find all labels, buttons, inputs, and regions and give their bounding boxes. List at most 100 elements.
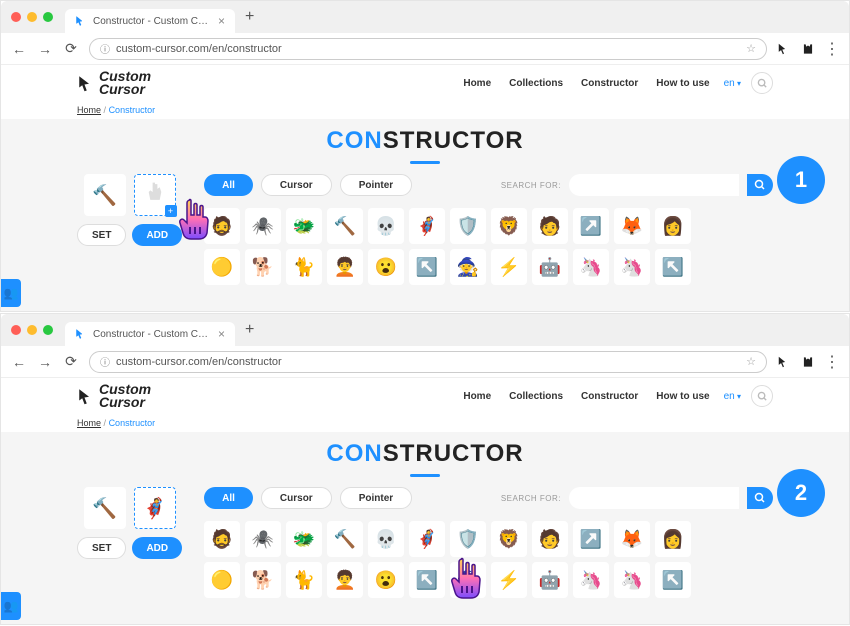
cursor-item[interactable]: 🟡 (204, 562, 240, 598)
close-window-button[interactable] (11, 12, 21, 22)
cursor-item[interactable]: 🧔 (204, 521, 240, 557)
maximize-window-button[interactable] (43, 12, 53, 22)
cursor-item[interactable]: 🛡️ (450, 208, 486, 244)
header-search-button[interactable] (751, 385, 773, 407)
cursor-item[interactable]: ↖️ (655, 249, 691, 285)
cursor-item[interactable]: 💀 (368, 208, 404, 244)
cursor-item[interactable]: ↖️ (409, 562, 445, 598)
reload-button[interactable]: ⟳ (63, 353, 79, 370)
cursor-item[interactable]: ↗️ (573, 208, 609, 244)
cursor-item[interactable]: 🛡️ (450, 521, 486, 557)
tab-close-icon[interactable]: × (218, 14, 225, 28)
nav-how-to-use[interactable]: How to use (656, 78, 709, 89)
tab-close-icon[interactable]: × (218, 327, 225, 341)
cursor-item[interactable]: 🟡 (204, 249, 240, 285)
header-search-button[interactable] (751, 72, 773, 94)
cursor-item[interactable]: ↖️ (655, 562, 691, 598)
cursor-item[interactable]: ↖️ (409, 249, 445, 285)
cursor-item[interactable]: 🔨 (327, 521, 363, 557)
browser-tab[interactable]: Constructor - Custom Cursor br × (65, 9, 235, 33)
cursor-item[interactable]: ⚡ (491, 249, 527, 285)
star-icon[interactable]: ☆ (746, 42, 756, 55)
cursor-slot[interactable]: 🔨 (84, 487, 126, 529)
cursor-item[interactable]: 🦊 (614, 521, 650, 557)
cursor-item[interactable]: 🕷️ (245, 521, 281, 557)
cursor-item[interactable]: 🕷️ (245, 208, 281, 244)
filter-all[interactable]: All (204, 174, 253, 196)
new-tab-button[interactable]: + (245, 321, 254, 339)
cursor-item[interactable]: 🧑 (532, 521, 568, 557)
nav-collections[interactable]: Collections (509, 78, 563, 89)
cursor-item[interactable]: 🦸 (409, 208, 445, 244)
cursor-item[interactable]: 🐕 (245, 562, 281, 598)
nav-home[interactable]: Home (463, 78, 491, 89)
cursor-item[interactable]: 👩 (655, 521, 691, 557)
cursor-item[interactable]: 🦊 (614, 208, 650, 244)
nav-constructor[interactable]: Constructor (581, 78, 638, 89)
address-bar[interactable]: ⓘ custom-cursor.com/en/constructor ☆ (89, 351, 767, 373)
batman-extension-icon[interactable] (801, 355, 815, 369)
cursor-item[interactable]: 🧑 (532, 208, 568, 244)
cursor-item[interactable]: 🦸 (409, 521, 445, 557)
set-button[interactable]: SET (77, 224, 126, 246)
close-window-button[interactable] (11, 325, 21, 335)
pointer-slot-empty[interactable]: + (134, 174, 176, 216)
cursor-item[interactable]: ↗️ (573, 521, 609, 557)
search-button[interactable] (747, 174, 773, 196)
cursor-item[interactable]: 👩 (655, 208, 691, 244)
search-button[interactable] (747, 487, 773, 509)
filter-pointer[interactable]: Pointer (340, 487, 412, 509)
cursor-item[interactable]: 😮 (368, 562, 404, 598)
minimize-window-button[interactable] (27, 12, 37, 22)
filter-all[interactable]: All (204, 487, 253, 509)
site-logo[interactable]: Custom Cursor (77, 383, 151, 408)
menu-icon[interactable]: ⋮ (825, 355, 839, 369)
cursor-item[interactable]: 🦄 (573, 249, 609, 285)
cursor-item[interactable]: 🧔 (204, 208, 240, 244)
cursor-item[interactable]: 🐲 (286, 208, 322, 244)
cursor-item[interactable]: 🧙 (450, 562, 486, 598)
reload-button[interactable]: ⟳ (63, 40, 79, 57)
breadcrumb-home[interactable]: Home (77, 105, 101, 115)
cursor-item[interactable]: 🤖 (532, 562, 568, 598)
language-selector[interactable]: en (724, 78, 741, 89)
back-button[interactable]: ← (11, 354, 27, 370)
cursor-item[interactable]: 🦁 (491, 208, 527, 244)
minimize-window-button[interactable] (27, 325, 37, 335)
nav-home[interactable]: Home (463, 391, 491, 402)
batman-extension-icon[interactable] (801, 42, 815, 56)
add-button[interactable]: ADD (132, 537, 182, 559)
back-button[interactable]: ← (11, 41, 27, 57)
language-selector[interactable]: en (724, 391, 741, 402)
set-button[interactable]: SET (77, 537, 126, 559)
cursor-item[interactable]: 🦄 (614, 249, 650, 285)
cursor-item[interactable]: 🧙 (450, 249, 486, 285)
cursor-item[interactable]: ⚡ (491, 562, 527, 598)
cursor-item[interactable]: 🦄 (573, 562, 609, 598)
add-button[interactable]: ADD (132, 224, 182, 246)
forward-button[interactable]: → (37, 41, 53, 57)
filter-pointer[interactable]: Pointer (340, 174, 412, 196)
search-input[interactable] (569, 487, 739, 509)
pointer-slot-filled[interactable]: 🦸 (134, 487, 176, 529)
filter-cursor[interactable]: Cursor (261, 174, 332, 196)
cursor-item[interactable]: 🐈 (286, 562, 322, 598)
cursor-item[interactable]: 🦄 (614, 562, 650, 598)
feedback-tab[interactable]: 👥 (1, 279, 21, 307)
cursor-item[interactable]: 🐈 (286, 249, 322, 285)
cursor-slot[interactable]: 🔨 (84, 174, 126, 216)
star-icon[interactable]: ☆ (746, 355, 756, 368)
site-logo[interactable]: Custom Cursor (77, 70, 151, 95)
search-input[interactable] (569, 174, 739, 196)
feedback-tab[interactable]: 👥 (1, 592, 21, 620)
cursor-item[interactable]: 🦁 (491, 521, 527, 557)
breadcrumb-home[interactable]: Home (77, 418, 101, 428)
maximize-window-button[interactable] (43, 325, 53, 335)
address-bar[interactable]: ⓘ custom-cursor.com/en/constructor ☆ (89, 38, 767, 60)
cursor-extension-icon[interactable] (777, 42, 791, 56)
cursor-item[interactable]: 🤖 (532, 249, 568, 285)
menu-icon[interactable]: ⋮ (825, 42, 839, 56)
cursor-item[interactable]: 🐕 (245, 249, 281, 285)
nav-how-to-use[interactable]: How to use (656, 391, 709, 402)
nav-constructor[interactable]: Constructor (581, 391, 638, 402)
